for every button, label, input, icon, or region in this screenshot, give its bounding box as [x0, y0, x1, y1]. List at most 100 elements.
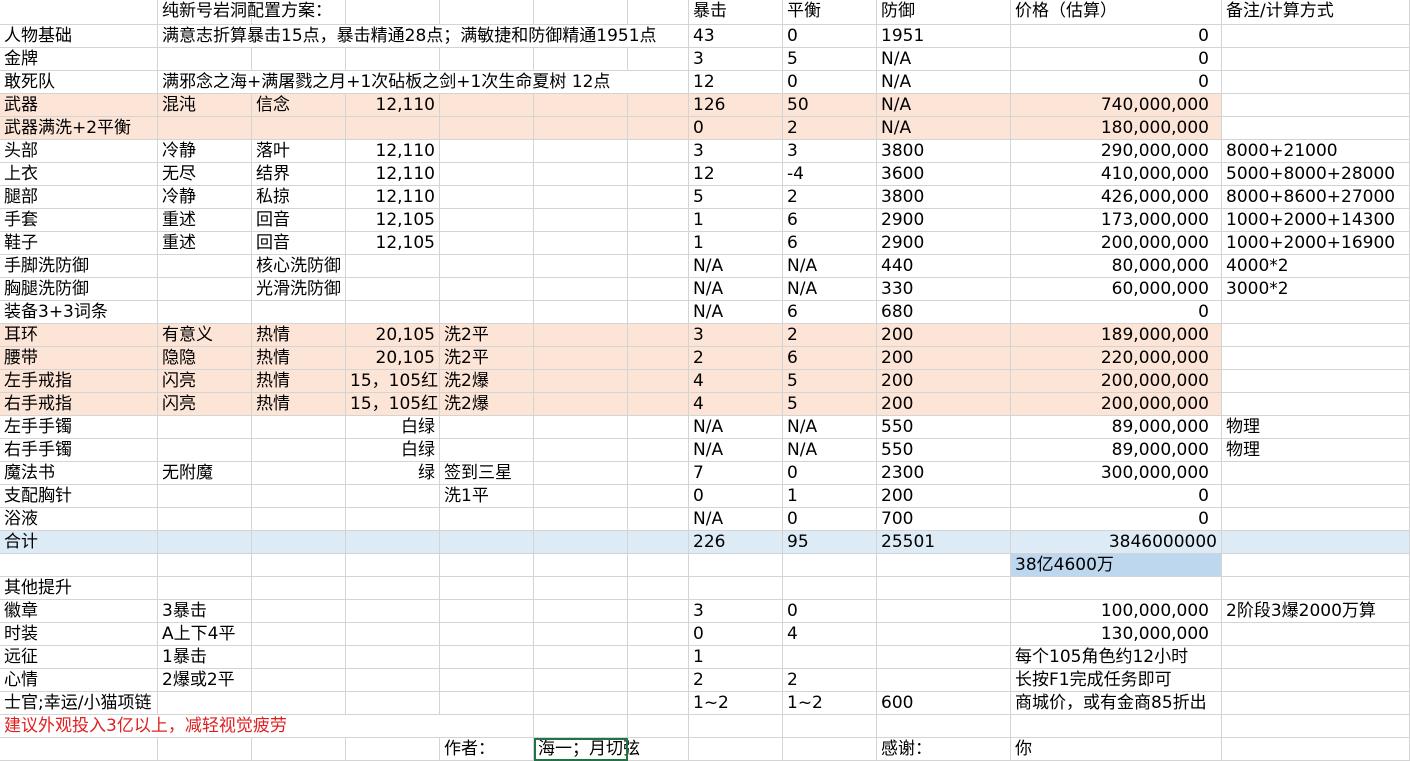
cell-medal-c9[interactable]: N/A — [877, 48, 1011, 71]
cell-hand-foot-wash-c7[interactable]: N/A — [689, 255, 783, 278]
cell-mood-c6[interactable] — [628, 669, 689, 692]
cell-squad-c7[interactable]: 12 — [689, 71, 783, 94]
cell-magic-book-c5[interactable] — [534, 462, 628, 485]
cell-mood-c8[interactable]: 2 — [783, 669, 877, 692]
cell-top-c1[interactable]: 无尽 — [158, 163, 252, 186]
cell-earring-c7[interactable]: 3 — [689, 324, 783, 347]
cell-legs-c11[interactable]: 8000+8600+27000 — [1222, 186, 1410, 209]
cell-weapon-wash-c2[interactable] — [252, 117, 346, 140]
cell-officer-c8[interactable]: 1~2 — [783, 692, 877, 715]
cell-brooch-c7[interactable]: 0 — [689, 485, 783, 508]
cell-top-c11[interactable]: 5000+8000+28000 — [1222, 163, 1410, 186]
cell-officer-c11[interactable] — [1222, 692, 1410, 715]
cell-ring-left-c1[interactable]: 闪亮 — [158, 370, 252, 393]
cell-header-c3[interactable] — [346, 0, 440, 25]
cell-badge-c9[interactable] — [877, 600, 1011, 623]
cell-expedition-c11[interactable] — [1222, 646, 1410, 669]
cell-equip-3-3-c1[interactable] — [158, 301, 252, 324]
cell-belt-c11[interactable] — [1222, 347, 1410, 370]
cell-ring-left-c6[interactable] — [628, 370, 689, 393]
cell-weapon-wash-c8[interactable]: 2 — [783, 117, 877, 140]
cell-magic-book-c6[interactable] — [628, 462, 689, 485]
cell-gloves-c11[interactable]: 1000+2000+14300 — [1222, 209, 1410, 232]
cell-brooch-c11[interactable] — [1222, 485, 1410, 508]
cell-legs-c8[interactable]: 2 — [783, 186, 877, 209]
cell-fashion-c5[interactable] — [534, 623, 628, 646]
cell-legs-c7[interactable]: 5 — [689, 186, 783, 209]
cell-bracelet-right-c2[interactable] — [252, 439, 346, 462]
cell-bath-c0[interactable]: 浴液 — [0, 508, 158, 531]
cell-officer-c0[interactable]: 士官;幸运/小猫项链 — [0, 692, 158, 715]
cell-earring-c3[interactable]: 20,105 — [346, 324, 440, 347]
cell-equip-3-3-c4[interactable] — [440, 301, 534, 324]
cell-magic-book-c2[interactable] — [252, 462, 346, 485]
cell-officer-c1[interactable] — [158, 692, 252, 715]
cell-fashion-c4[interactable] — [440, 623, 534, 646]
cell-total-c11[interactable] — [1222, 531, 1410, 554]
cell-header-c8[interactable]: 平衡 — [783, 0, 877, 25]
cell-fashion-c11[interactable] — [1222, 623, 1410, 646]
cell-officer-c10[interactable]: 商城价，或有金商85折出 — [1011, 692, 1222, 715]
cell-badge-c0[interactable]: 徽章 — [0, 600, 158, 623]
cell-header-c6[interactable] — [628, 0, 689, 25]
cell-mood-c0[interactable]: 心情 — [0, 669, 158, 692]
cell-belt-c6[interactable] — [628, 347, 689, 370]
cell-tip-c6[interactable] — [628, 715, 689, 738]
cell-bracelet-left-c5[interactable] — [534, 416, 628, 439]
cell-chest-leg-wash-c2[interactable]: 光滑洗防御 — [252, 278, 346, 301]
cell-equip-3-3-c6[interactable] — [628, 301, 689, 324]
cell-belt-c4[interactable]: 洗2平 — [440, 347, 534, 370]
cell-weapon-wash-c4[interactable] — [440, 117, 534, 140]
cell-head-c5[interactable] — [534, 140, 628, 163]
cell-medal-c8[interactable]: 5 — [783, 48, 877, 71]
cell-badge-c8[interactable]: 0 — [783, 600, 877, 623]
cell-expedition-c1[interactable]: 1暴击 — [158, 646, 252, 669]
cell-gloves-c9[interactable]: 2900 — [877, 209, 1011, 232]
cell-credits-c1[interactable] — [158, 738, 252, 761]
cell-other-c4[interactable] — [440, 577, 534, 600]
cell-credits-c0[interactable] — [0, 738, 158, 761]
cell-hand-foot-wash-c4[interactable] — [440, 255, 534, 278]
cell-gloves-c4[interactable] — [440, 209, 534, 232]
cell-legs-c2[interactable]: 私掠 — [252, 186, 346, 209]
cell-ring-left-c4[interactable]: 洗2爆 — [440, 370, 534, 393]
cell-bath-c4[interactable] — [440, 508, 534, 531]
cell-head-c2[interactable]: 落叶 — [252, 140, 346, 163]
cell-squad-c9[interactable]: N/A — [877, 71, 1011, 94]
cell-fashion-c9[interactable] — [877, 623, 1011, 646]
cell-head-c11[interactable]: 8000+21000 — [1222, 140, 1410, 163]
cell-magic-book-c8[interactable]: 0 — [783, 462, 877, 485]
cell-ring-right-c4[interactable]: 洗2爆 — [440, 393, 534, 416]
cell-brooch-c5[interactable] — [534, 485, 628, 508]
cell-mood-c1[interactable]: 2爆或2平 — [158, 669, 252, 692]
cell-ring-right-c10[interactable]: 200,000,000 — [1011, 393, 1222, 416]
cell-head-c6[interactable] — [628, 140, 689, 163]
cell-equip-3-3-c0[interactable]: 装备3+3词条 — [0, 301, 158, 324]
cell-magic-book-c3[interactable]: 绿 — [346, 462, 440, 485]
cell-total-cn-c1[interactable] — [158, 554, 252, 577]
cell-total-cn-c6[interactable] — [628, 554, 689, 577]
cell-belt-c2[interactable]: 热情 — [252, 347, 346, 370]
cell-expedition-c8[interactable] — [783, 646, 877, 669]
cell-top-c9[interactable]: 3600 — [877, 163, 1011, 186]
cell-hand-foot-wash-c1[interactable] — [158, 255, 252, 278]
cell-bracelet-left-c10[interactable]: 89,000,000 — [1011, 416, 1222, 439]
cell-shoes-c4[interactable] — [440, 232, 534, 255]
cell-tip-c0[interactable]: 建议外观投入3亿以上，减轻视觉疲劳 — [0, 715, 287, 738]
cell-chest-leg-wash-c11[interactable]: 3000*2 — [1222, 278, 1410, 301]
cell-medal-c6[interactable] — [628, 48, 689, 71]
cell-officer-c5[interactable] — [534, 692, 628, 715]
cell-ring-left-c10[interactable]: 200,000,000 — [1011, 370, 1222, 393]
cell-hand-foot-wash-c0[interactable]: 手脚洗防御 — [0, 255, 158, 278]
cell-bracelet-right-c11[interactable]: 物理 — [1222, 439, 1410, 462]
cell-shoes-c6[interactable] — [628, 232, 689, 255]
cell-legs-c3[interactable]: 12,110 — [346, 186, 440, 209]
cell-officer-c4[interactable] — [440, 692, 534, 715]
cell-gloves-c3[interactable]: 12,105 — [346, 209, 440, 232]
cell-weapon-wash-c1[interactable] — [158, 117, 252, 140]
cell-brooch-c0[interactable]: 支配胸针 — [0, 485, 158, 508]
cell-other-c7[interactable] — [689, 577, 783, 600]
cell-total-cn-c9[interactable] — [877, 554, 1011, 577]
cell-belt-c10[interactable]: 220,000,000 — [1011, 347, 1222, 370]
cell-total-c5[interactable] — [534, 531, 628, 554]
